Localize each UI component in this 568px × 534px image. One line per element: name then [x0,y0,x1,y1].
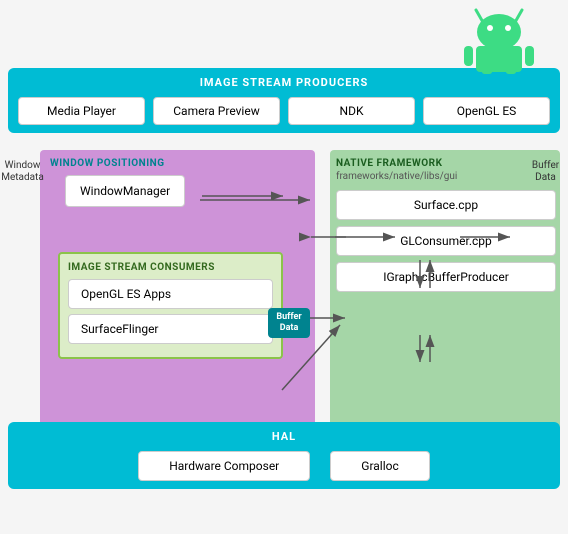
producer-media-player: Media Player [18,97,145,125]
android-robot [460,2,538,78]
producers-row: Media Player Camera Preview NDK OpenGL E… [18,97,550,125]
surface-flinger-box: SurfaceFlinger [68,314,273,344]
hal-section: HAL Hardware Composer Gralloc [8,422,560,489]
producer-ndk: NDK [288,97,415,125]
buffer-data-label: BufferData [523,160,568,184]
hardware-composer-box: Hardware Composer [138,451,310,481]
window-positioning-section: WINDOW POSITIONING WindowManager [50,158,290,207]
igraphic-buffer-producer-box: IGraphicBufferProducer [336,262,556,292]
buffer-data-small: Buffer Data [268,308,310,338]
gl-consumer-cpp-box: GLConsumer.cpp [336,226,556,256]
hal-boxes: Hardware Composer Gralloc [18,451,550,481]
opengl-es-apps-box: OpenGL ES Apps [68,279,273,309]
gralloc-box: Gralloc [330,451,430,481]
window-manager-box: WindowManager [65,175,185,207]
window-positioning-title: WINDOW POSITIONING [50,158,290,169]
window-metadata-label: WindowMetadata [0,160,45,184]
surface-cpp-box: Surface.cpp [336,190,556,220]
image-stream-consumers-section: IMAGE STREAM CONSUMERS OpenGL ES Apps Su… [58,252,283,359]
producer-opengl-es: OpenGL ES [423,97,550,125]
image-stream-consumers-title: IMAGE STREAM CONSUMERS [68,262,273,273]
diagram-container: IMAGE STREAM PRODUCERS Media Player Came… [0,0,568,534]
hal-title: HAL [18,430,550,443]
producer-camera-preview: Camera Preview [153,97,280,125]
